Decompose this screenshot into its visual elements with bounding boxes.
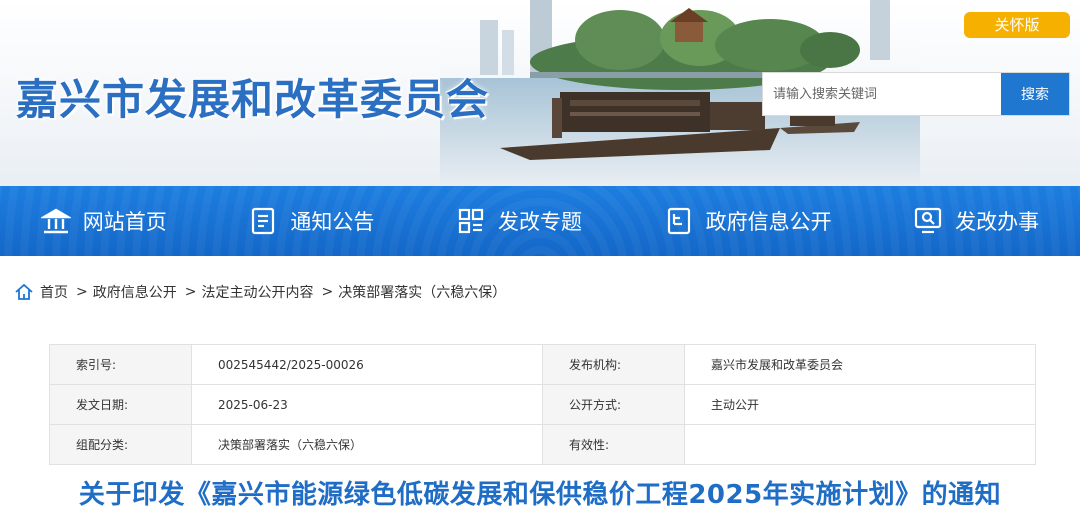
document-title: 关于印发《嘉兴市能源绿色低碳发展和保供稳价工程2025年实施计划》的通知	[78, 480, 1002, 510]
validity-label: 有效性:	[542, 424, 685, 465]
building-icon	[40, 208, 71, 234]
category-label: 组配分类:	[49, 424, 192, 465]
care-mode-button[interactable]: 关怀版	[964, 12, 1070, 38]
site-header: 嘉兴市发展和改革委员会 关怀版 搜索	[0, 0, 1080, 186]
issue-date-label: 发文日期:	[49, 384, 192, 425]
monitor-search-icon	[915, 207, 942, 234]
breadcrumb-separator: >	[321, 284, 334, 300]
nav-item-services[interactable]: 发改办事	[913, 206, 1039, 236]
table-row: 索引号: 002545442/2025-00026 发布机构: 嘉兴市发展和改革…	[49, 344, 1036, 385]
main-nav: 网站首页 通知公告 发改专题 政府信息公开 发改办事	[0, 186, 1080, 256]
breadcrumb-link-home[interactable]: 首页	[40, 282, 68, 302]
document-icon	[252, 207, 275, 235]
table-row: 发文日期: 2025-06-23 公开方式: 主动公开	[49, 384, 1036, 425]
publisher-label: 发布机构:	[542, 344, 685, 385]
nav-item-topics[interactable]: 发改专题	[456, 206, 582, 236]
nav-label: 政府信息公开	[705, 210, 832, 234]
index-number-value: 002545442/2025-00026	[191, 344, 543, 385]
breadcrumb: 首页 > 政府信息公开 > 法定主动公开内容 > 决策部署落实（六稳六保）	[14, 281, 506, 303]
nav-label: 网站首页	[82, 210, 167, 234]
nav-item-home[interactable]: 网站首页	[40, 206, 167, 236]
breadcrumb-separator: >	[184, 284, 197, 300]
nav-label: 发改专题	[497, 210, 582, 234]
category-value: 决策部署落实（六稳六保）	[191, 424, 543, 465]
nav-item-gov-info[interactable]: 政府信息公开	[664, 206, 832, 236]
search-input[interactable]	[763, 73, 1001, 115]
breadcrumb-link-decision[interactable]: 决策部署落实（六稳六保）	[338, 282, 506, 302]
search-button[interactable]: 搜索	[1001, 73, 1069, 115]
nav-item-notices[interactable]: 通知公告	[248, 206, 374, 236]
grid-icon	[458, 208, 484, 234]
search-box: 搜索	[762, 72, 1070, 116]
validity-value	[684, 424, 1036, 465]
breadcrumb-separator: >	[76, 284, 88, 300]
publisher-value: 嘉兴市发展和改革委员会	[684, 344, 1036, 385]
issue-date-value: 2025-06-23	[191, 384, 543, 425]
document-info-table: 索引号: 002545442/2025-00026 发布机构: 嘉兴市发展和改革…	[49, 344, 1036, 465]
nav-label: 发改办事	[955, 210, 1040, 234]
disclosure-method-value: 主动公开	[684, 384, 1036, 425]
nav-label: 通知公告	[290, 210, 375, 234]
info-card-icon	[667, 207, 690, 235]
site-title: 嘉兴市发展和改革委员会	[16, 75, 490, 124]
home-icon	[15, 283, 33, 300]
breadcrumb-link-gov-info[interactable]: 政府信息公开	[93, 282, 177, 302]
index-number-label: 索引号:	[49, 344, 192, 385]
disclosure-method-label: 公开方式:	[542, 384, 685, 425]
table-row: 组配分类: 决策部署落实（六稳六保） 有效性:	[49, 424, 1036, 465]
breadcrumb-link-statutory[interactable]: 法定主动公开内容	[201, 282, 313, 302]
